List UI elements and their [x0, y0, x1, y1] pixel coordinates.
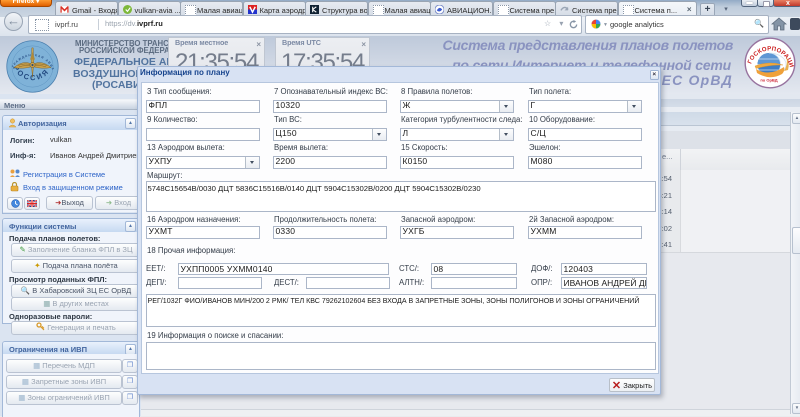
svg-text:по ОрВД: по ОрВД — [760, 78, 777, 83]
